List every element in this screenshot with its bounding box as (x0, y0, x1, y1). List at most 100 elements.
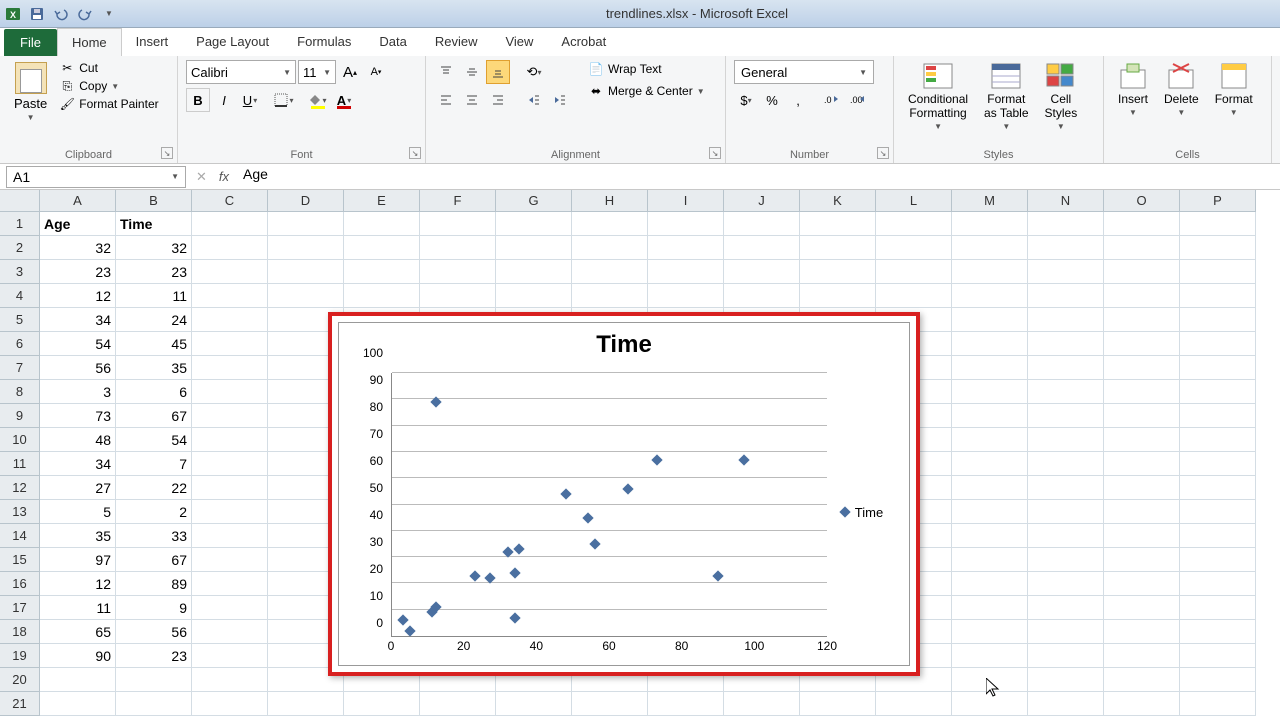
cell[interactable] (572, 212, 648, 236)
percent-button[interactable]: % (760, 88, 784, 112)
cell[interactable] (1028, 404, 1104, 428)
cell[interactable] (1104, 212, 1180, 236)
align-center-button[interactable] (460, 88, 484, 112)
cell[interactable]: 11 (116, 284, 192, 308)
cell[interactable]: 48 (40, 428, 116, 452)
cell[interactable] (40, 692, 116, 716)
row-header[interactable]: 1 (0, 212, 40, 236)
row-header[interactable]: 19 (0, 644, 40, 668)
cell[interactable] (496, 236, 572, 260)
cell[interactable] (1180, 548, 1256, 572)
cell[interactable] (724, 692, 800, 716)
row-header[interactable]: 7 (0, 356, 40, 380)
cell[interactable] (1028, 692, 1104, 716)
cell[interactable] (1028, 332, 1104, 356)
cell[interactable] (952, 476, 1028, 500)
cell[interactable] (1180, 308, 1256, 332)
cell[interactable] (724, 284, 800, 308)
data-point[interactable] (713, 570, 724, 581)
data-point[interactable] (404, 625, 415, 636)
row-header[interactable]: 16 (0, 572, 40, 596)
cell[interactable]: 3 (40, 380, 116, 404)
cell[interactable]: 34 (40, 452, 116, 476)
cell[interactable]: 45 (116, 332, 192, 356)
cell[interactable]: 12 (40, 284, 116, 308)
cell[interactable] (268, 260, 344, 284)
cell[interactable] (1180, 356, 1256, 380)
border-button[interactable]: ▾ (272, 88, 296, 112)
insert-cells-button[interactable]: Insert▼ (1112, 60, 1154, 147)
row-header[interactable]: 17 (0, 596, 40, 620)
cell[interactable] (1104, 620, 1180, 644)
shrink-font-button[interactable]: A▾ (364, 60, 388, 84)
row-header[interactable]: 6 (0, 332, 40, 356)
cell[interactable] (876, 212, 952, 236)
cell[interactable] (1028, 356, 1104, 380)
cell[interactable] (192, 284, 268, 308)
cell[interactable] (1104, 260, 1180, 284)
cell[interactable] (192, 692, 268, 716)
cell[interactable] (420, 236, 496, 260)
cell[interactable] (1180, 476, 1256, 500)
row-header[interactable]: 8 (0, 380, 40, 404)
font-size-select[interactable]: 11▼ (298, 60, 336, 84)
cell[interactable] (1028, 644, 1104, 668)
data-point[interactable] (510, 567, 521, 578)
dialog-launcher-icon[interactable]: ↘ (161, 147, 173, 159)
data-point[interactable] (589, 538, 600, 549)
file-tab[interactable]: File (4, 29, 57, 56)
cell[interactable] (192, 428, 268, 452)
align-middle-button[interactable] (460, 60, 484, 84)
cell[interactable] (192, 236, 268, 260)
cancel-icon[interactable]: ✕ (196, 169, 207, 185)
cell[interactable] (192, 524, 268, 548)
cell[interactable] (1104, 284, 1180, 308)
format-painter-button[interactable]: 🖌Format Painter (57, 96, 160, 112)
cell[interactable] (344, 236, 420, 260)
cell[interactable] (1028, 452, 1104, 476)
cell[interactable] (800, 212, 876, 236)
column-header[interactable]: G (496, 190, 572, 212)
cell[interactable] (192, 572, 268, 596)
cell[interactable] (268, 236, 344, 260)
cell[interactable] (420, 284, 496, 308)
redo-icon[interactable] (76, 5, 94, 23)
tab-view[interactable]: View (491, 28, 547, 56)
row-header[interactable]: 20 (0, 668, 40, 692)
cell[interactable] (724, 260, 800, 284)
conditional-formatting-button[interactable]: Conditional Formatting▼ (902, 60, 974, 147)
cell[interactable] (1104, 356, 1180, 380)
cell[interactable]: 90 (40, 644, 116, 668)
font-color-button[interactable]: A▾ (332, 88, 356, 112)
format-as-table-button[interactable]: Format as Table▼ (978, 60, 1034, 147)
cell[interactable] (952, 212, 1028, 236)
cell[interactable]: 23 (116, 260, 192, 284)
row-header[interactable]: 15 (0, 548, 40, 572)
cell[interactable] (192, 620, 268, 644)
cell[interactable] (572, 236, 648, 260)
cell[interactable] (876, 692, 952, 716)
cell[interactable] (344, 260, 420, 284)
cell[interactable] (1028, 260, 1104, 284)
cell[interactable] (1104, 236, 1180, 260)
tab-acrobat[interactable]: Acrobat (547, 28, 620, 56)
cell[interactable]: 54 (40, 332, 116, 356)
cell[interactable] (952, 548, 1028, 572)
cell[interactable] (952, 572, 1028, 596)
tab-data[interactable]: Data (365, 28, 420, 56)
cell[interactable] (1028, 284, 1104, 308)
cell[interactable] (1104, 452, 1180, 476)
data-point[interactable] (651, 454, 662, 465)
format-cells-button[interactable]: Format▼ (1209, 60, 1259, 147)
cell[interactable] (1028, 548, 1104, 572)
delete-cells-button[interactable]: Delete▼ (1158, 60, 1205, 147)
cell[interactable] (572, 692, 648, 716)
column-header[interactable]: E (344, 190, 420, 212)
dialog-launcher-icon[interactable]: ↘ (709, 147, 721, 159)
row-header[interactable]: 3 (0, 260, 40, 284)
cell[interactable]: 73 (40, 404, 116, 428)
tab-page-layout[interactable]: Page Layout (182, 28, 283, 56)
cell[interactable] (1028, 428, 1104, 452)
cell[interactable]: 2 (116, 500, 192, 524)
cell[interactable] (1028, 620, 1104, 644)
